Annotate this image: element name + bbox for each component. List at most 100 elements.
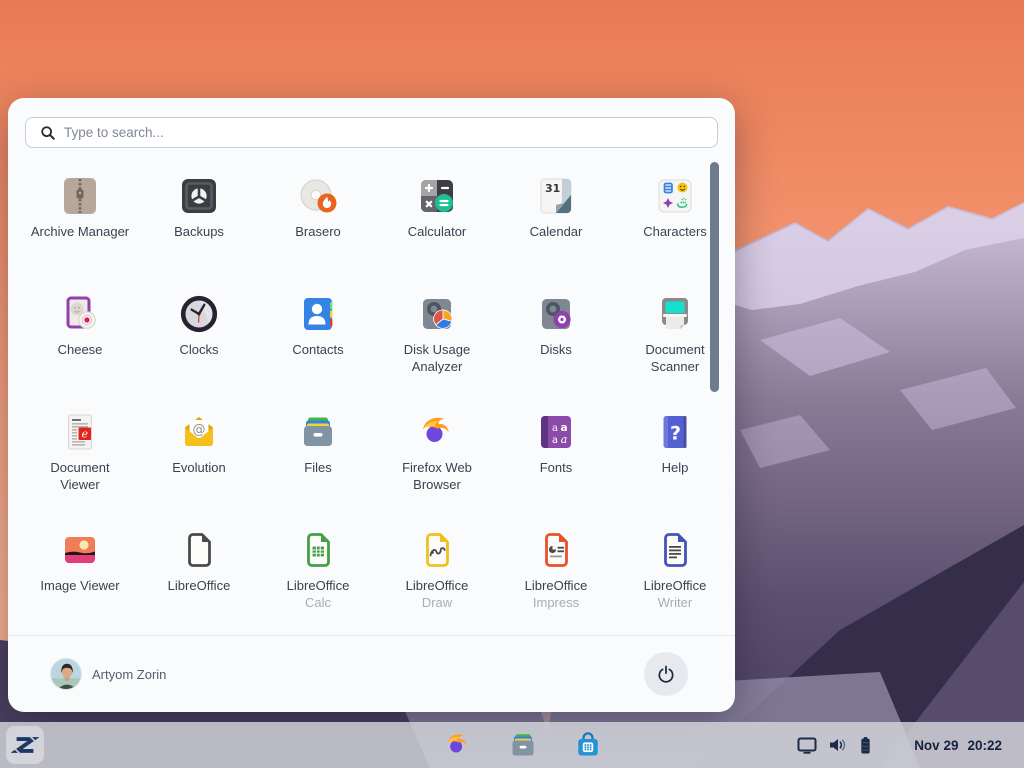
app-label: LibreOffice <box>168 577 231 594</box>
power-button[interactable] <box>644 652 688 696</box>
firefox-icon <box>417 412 457 452</box>
app-item-document-viewer[interactable]: Document Viewer <box>30 412 130 530</box>
tray-battery-button[interactable] <box>859 736 872 755</box>
files-icon <box>298 412 338 452</box>
app-item-libreoffice-writer[interactable]: LibreOfficeWriter <box>625 530 708 635</box>
app-label: LibreOfficeImpress <box>525 577 588 611</box>
document-scanner-icon <box>655 294 695 334</box>
app-item-libreoffice-draw[interactable]: LibreOfficeDraw <box>387 530 487 635</box>
app-launcher-panel: Archive Manager BackupsBrasero Calculator C… <box>8 98 735 712</box>
app-item-evolution[interactable]: Evolution <box>149 412 249 530</box>
app-item-image-viewer[interactable]: Image Viewer <box>30 530 130 635</box>
software-icon <box>573 730 603 760</box>
archive-manager-icon <box>60 176 100 216</box>
app-sublabel: Impress <box>525 594 588 611</box>
zorin-menu-button[interactable] <box>6 726 44 764</box>
clock-time: 20:22 <box>967 738 1002 753</box>
tray-icons <box>786 736 872 755</box>
fonts-icon <box>536 412 576 452</box>
app-item-libreoffice-impress[interactable]: LibreOfficeImpress <box>506 530 606 635</box>
app-label: Disk Usage Analyzer <box>387 341 487 375</box>
app-label: Disks <box>540 341 572 358</box>
app-label: Calendar <box>530 223 583 240</box>
app-item-libreoffice[interactable]: LibreOffice <box>149 530 249 635</box>
app-label: Image Viewer <box>40 577 119 594</box>
clock-date: Nov 29 <box>914 738 958 753</box>
app-label: Characters <box>643 223 707 240</box>
app-label: Fonts <box>540 459 573 476</box>
app-item-characters[interactable]: Characters <box>625 176 708 294</box>
app-label: LibreOfficeWriter <box>644 577 707 611</box>
zorin-logo-icon <box>11 731 39 759</box>
app-label: Help <box>662 459 689 476</box>
app-item-help[interactable]: Help <box>625 412 708 530</box>
pinned-apps <box>443 730 603 760</box>
contacts-icon <box>298 294 338 334</box>
libreoffice-impress-icon <box>536 530 576 570</box>
app-item-calendar[interactable]: Calendar <box>506 176 606 294</box>
disk-usage-analyzer-icon <box>417 294 457 334</box>
clocks-icon <box>179 294 219 334</box>
cheese-icon <box>60 294 100 334</box>
app-item-clocks[interactable]: Clocks <box>149 294 249 412</box>
image-viewer-icon <box>60 530 100 570</box>
app-item-brasero[interactable]: Brasero <box>268 176 368 294</box>
app-label: Firefox Web Browser <box>387 459 487 493</box>
tray-volume-button[interactable] <box>828 737 848 753</box>
libreoffice-draw-icon <box>417 530 457 570</box>
app-item-backups[interactable]: Backups <box>149 176 249 294</box>
app-sublabel: Calc <box>287 594 350 611</box>
app-label: Clocks <box>179 341 218 358</box>
disks-icon <box>536 294 576 334</box>
search-bar[interactable] <box>25 117 718 148</box>
power-icon <box>656 664 676 684</box>
app-label: Archive Manager <box>31 223 129 240</box>
firefox-icon <box>443 730 473 760</box>
calculator-icon <box>417 176 457 216</box>
app-item-files[interactable]: Files <box>268 412 368 530</box>
display-icon <box>797 737 817 754</box>
app-grid: Archive Manager BackupsBrasero Calculator C… <box>8 158 708 635</box>
app-item-calculator[interactable]: Calculator <box>387 176 487 294</box>
taskbar-clock[interactable]: Nov 29 20:22 <box>914 738 1002 753</box>
app-item-archive-manager[interactable]: Archive Manager <box>30 176 130 294</box>
brasero-icon <box>298 176 338 216</box>
app-item-disks[interactable]: Disks <box>506 294 606 412</box>
taskbar: Nov 29 20:22 <box>0 722 1024 768</box>
app-item-firefox[interactable]: Firefox Web Browser <box>387 412 487 530</box>
app-sublabel: Writer <box>644 594 707 611</box>
battery-icon <box>859 736 872 755</box>
app-item-contacts[interactable]: Contacts <box>268 294 368 412</box>
app-label: Contacts <box>292 341 343 358</box>
scrollbar-thumb[interactable] <box>710 162 719 392</box>
libreoffice-writer-icon <box>655 530 695 570</box>
app-sublabel: Draw <box>406 594 469 611</box>
avatar <box>50 658 82 690</box>
backups-icon <box>179 176 219 216</box>
tray-display-button[interactable] <box>797 737 817 754</box>
app-item-fonts[interactable]: Fonts <box>506 412 606 530</box>
system-tray: Nov 29 20:22 <box>786 722 1002 768</box>
app-item-disk-usage-analyzer[interactable]: Disk Usage Analyzer <box>387 294 487 412</box>
app-label: Calculator <box>408 223 467 240</box>
evolution-icon <box>179 412 219 452</box>
characters-icon <box>655 176 695 216</box>
app-label: Evolution <box>172 459 225 476</box>
user-photo <box>51 659 82 690</box>
search-icon <box>40 125 56 141</box>
taskbar-app-firefox[interactable] <box>443 730 473 760</box>
app-item-document-scanner[interactable]: Document Scanner <box>625 294 708 412</box>
app-label: Document Viewer <box>30 459 130 493</box>
taskbar-app-software[interactable] <box>573 730 603 760</box>
app-label: LibreOfficeDraw <box>406 577 469 611</box>
search-input[interactable] <box>64 125 707 140</box>
app-item-cheese[interactable]: Cheese <box>30 294 130 412</box>
app-label: Document Scanner <box>625 341 708 375</box>
volume-icon <box>828 737 848 753</box>
app-label: Files <box>304 459 331 476</box>
libreoffice-icon <box>179 530 219 570</box>
document-viewer-icon <box>60 412 100 452</box>
app-label: Cheese <box>58 341 103 358</box>
taskbar-app-files[interactable] <box>508 730 538 760</box>
app-item-libreoffice-calc[interactable]: LibreOfficeCalc <box>268 530 368 635</box>
